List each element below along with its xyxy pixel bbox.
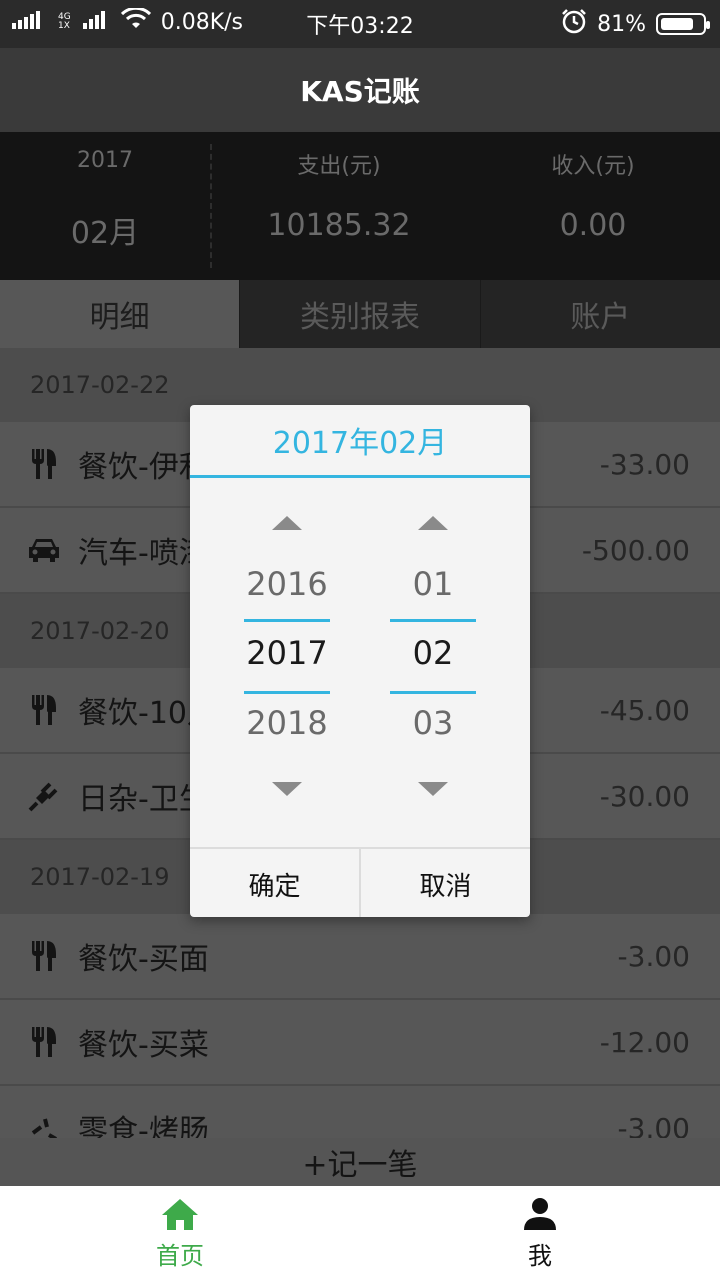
summary-year: 2017	[77, 148, 133, 173]
year-selected: 2017	[246, 634, 328, 672]
item-amount: -33.00	[599, 447, 690, 481]
item-name: 零食-烤肠	[78, 1114, 209, 1138]
income-value: 0.00	[559, 208, 627, 243]
item-amount: -3.00	[617, 939, 690, 973]
year-down-arrow-icon[interactable]	[272, 782, 302, 796]
list-item[interactable]: 零食-烤肠 -3.00	[0, 1086, 720, 1138]
list-item[interactable]: 餐饮-买面 -3.00	[0, 914, 720, 1000]
nav-me-label: 我	[528, 1241, 552, 1270]
income-label: 收入(元)	[551, 154, 635, 179]
expense-value: 10185.32	[267, 208, 411, 243]
nav-me[interactable]: 我	[360, 1186, 720, 1280]
item-amount: -12.00	[599, 1025, 690, 1059]
month-selector[interactable]: 2017 02月	[0, 132, 210, 280]
year-up-arrow-icon[interactable]	[272, 516, 302, 530]
year-select-line-bottom	[244, 691, 330, 694]
battery-percent: 81%	[597, 11, 646, 37]
car-icon	[28, 534, 60, 566]
snack-icon	[28, 1112, 60, 1138]
year-next[interactable]: 2018	[202, 704, 372, 742]
dialog-buttons: 确定 取消	[190, 847, 530, 917]
plug-icon	[28, 780, 60, 812]
tab-details[interactable]: 明细	[0, 280, 240, 348]
month-selected: 02	[412, 634, 454, 672]
month-next[interactable]: 03	[348, 704, 518, 742]
item-name: 餐饮-买面	[78, 942, 209, 977]
date-picker-dialog: 2017年02月 2016 2017 2018 01 02 03 确定 取消	[190, 405, 530, 917]
cancel-button[interactable]: 取消	[359, 849, 530, 917]
summary-month: 02月	[70, 216, 140, 251]
fork-knife-icon	[28, 1026, 60, 1058]
year-prev[interactable]: 2016	[202, 565, 372, 603]
tab-accounts[interactable]: 账户	[479, 280, 720, 348]
month-picker[interactable]: 01 02 03	[348, 478, 518, 848]
battery-icon	[656, 13, 710, 35]
month-up-arrow-icon[interactable]	[418, 516, 448, 530]
year-select-line-top	[244, 619, 330, 622]
expense-summary: 支出(元) 10185.32	[212, 132, 466, 280]
month-down-arrow-icon[interactable]	[418, 782, 448, 796]
item-name: 餐饮-买菜	[78, 1028, 209, 1063]
dialog-title: 2017年02月	[272, 426, 448, 461]
status-bar: 4G 1X 0.08K/s 下午03:22 81%	[0, 0, 720, 48]
year-picker[interactable]: 2016 2017 2018	[202, 478, 372, 848]
app-title: KAS记账	[300, 75, 420, 108]
month-summary: 2017 02月 支出(元) 10185.32 收入(元) 0.00	[0, 132, 720, 280]
item-amount: -45.00	[599, 693, 690, 727]
item-amount: -500.00	[581, 533, 690, 567]
item-amount: -30.00	[599, 779, 690, 813]
tab-category-report[interactable]: 类别报表	[239, 280, 480, 348]
alarm-icon	[561, 8, 587, 40]
home-icon	[160, 1196, 200, 1232]
month-select-line-top	[390, 619, 476, 622]
confirm-button[interactable]: 确定	[190, 849, 359, 917]
fork-knife-icon	[28, 940, 60, 972]
nav-home-label: 首页	[156, 1241, 204, 1270]
add-record-button[interactable]: +记一笔	[0, 1138, 720, 1186]
tab-bar: 明细 类别报表 账户	[0, 280, 720, 348]
month-prev[interactable]: 01	[348, 565, 518, 603]
bottom-nav: 首页 我	[0, 1186, 720, 1280]
item-amount: -3.00	[617, 1111, 690, 1139]
app-title-bar: KAS记账	[0, 48, 720, 132]
list-item[interactable]: 餐饮-买菜 -12.00	[0, 1000, 720, 1086]
clock: 下午03:22	[306, 14, 414, 39]
person-icon	[520, 1196, 560, 1232]
nav-home[interactable]: 首页	[0, 1186, 360, 1280]
expense-label: 支出(元)	[297, 154, 381, 179]
month-select-line-bottom	[390, 691, 476, 694]
fork-knife-icon	[28, 448, 60, 480]
fork-knife-icon	[28, 694, 60, 726]
income-summary: 收入(元) 0.00	[466, 132, 720, 280]
